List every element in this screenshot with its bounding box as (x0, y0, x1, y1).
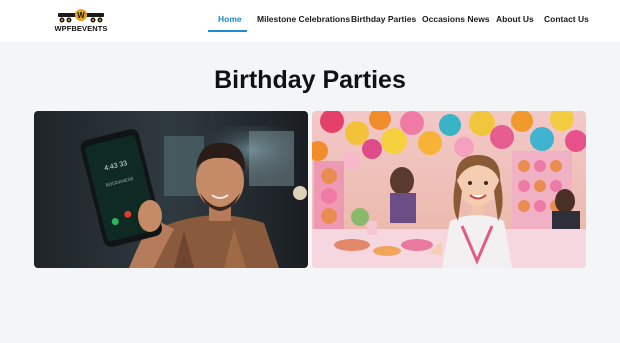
girl-at-party-image (312, 111, 586, 268)
main-nav: Home Milestone Celebrations Birthday Par… (0, 0, 620, 42)
site-header: W WPFBEVENTS Home Milestone Celebrations… (0, 0, 620, 42)
page-title: Birthday Parties (214, 66, 406, 94)
post-card-phone-call[interactable]: 4:43 33 BOGDANESE (34, 111, 308, 268)
nav-contact-us[interactable]: Contact Us (544, 14, 589, 24)
nav-active-indicator (208, 30, 247, 32)
nav-about-us[interactable]: About Us (496, 14, 534, 24)
post-card-birthday-party[interactable] (312, 111, 586, 268)
nav-milestone-celebrations[interactable]: Milestone Celebrations (257, 14, 350, 24)
nav-birthday-parties[interactable]: Birthday Parties (351, 14, 416, 24)
nav-home[interactable]: Home (218, 14, 242, 24)
man-with-phone-image: 4:43 33 BOGDANESE (34, 111, 308, 268)
nav-occasions-news[interactable]: Occasions News (422, 14, 490, 24)
